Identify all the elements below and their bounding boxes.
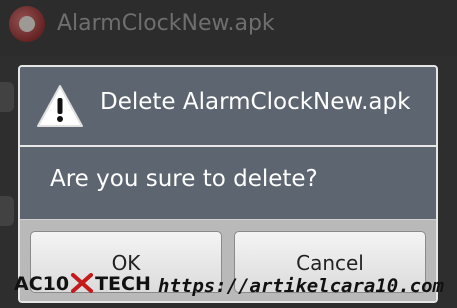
watermark-url: https://artikelcara10.com	[158, 275, 444, 297]
background-list-item[interactable]: AlarmClockNew.apk	[0, 0, 457, 56]
warning-icon	[37, 85, 83, 127]
alarm-clock-icon	[9, 6, 45, 42]
watermark: AC10 TECH https://artikelcara10.com	[0, 268, 457, 308]
logo-x-icon	[71, 273, 94, 293]
background-item-icon	[0, 196, 14, 226]
dialog-header: Delete AlarmClockNew.apk	[20, 67, 436, 145]
dialog-divider	[20, 145, 436, 147]
background-item-icon	[0, 82, 14, 112]
background-item-title: AlarmClockNew.apk	[57, 11, 275, 36]
dialog-message: Are you sure to delete?	[50, 166, 318, 192]
watermark-logo: AC10 TECH	[14, 273, 151, 295]
logo-prefix: AC10	[14, 273, 70, 295]
dialog-title: Delete AlarmClockNew.apk	[100, 89, 411, 115]
logo-suffix: TECH	[95, 273, 151, 295]
